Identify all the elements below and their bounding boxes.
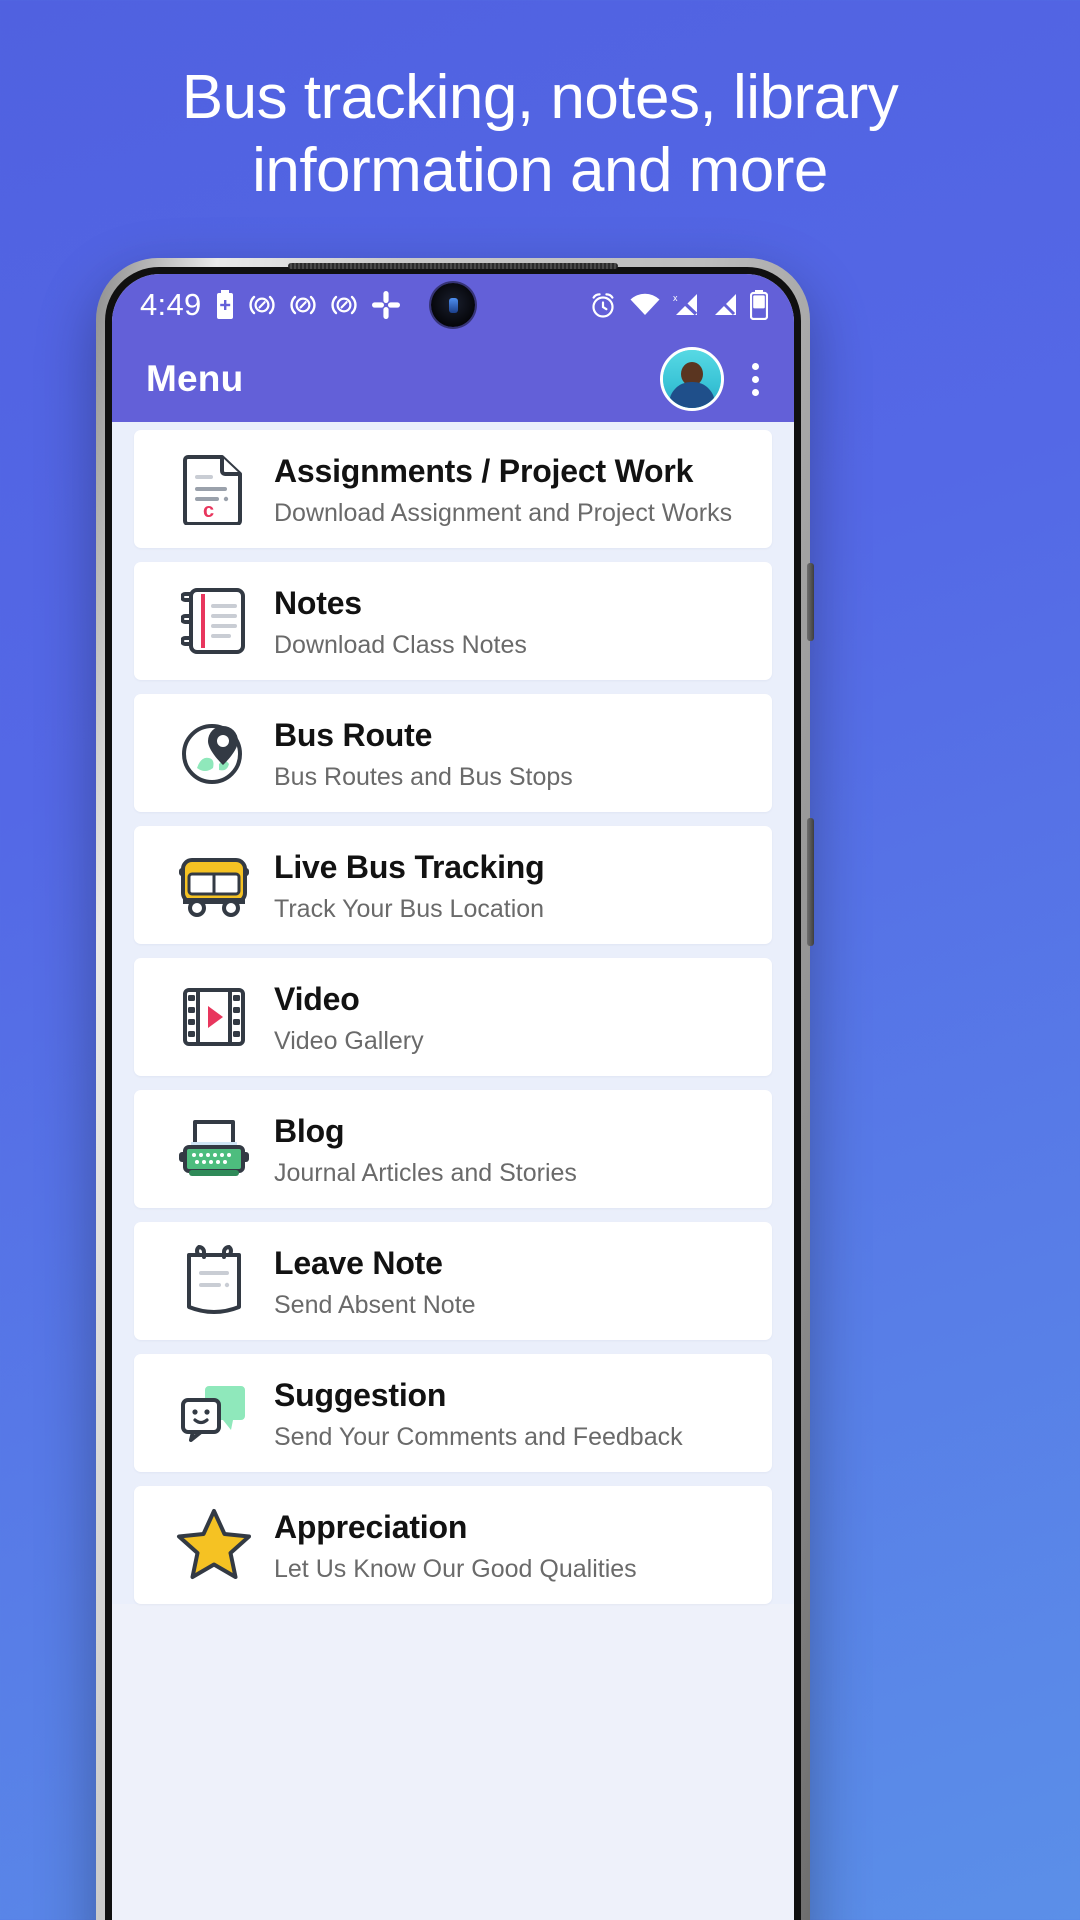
page-title-line-2: information and more (252, 135, 828, 205)
svg-text:c: c (203, 500, 214, 522)
list-item-text: Assignments / Project Work Download Assi… (266, 451, 732, 528)
list-item-text: Bus Route Bus Routes and Bus Stops (266, 715, 573, 792)
status-bar-left: 4:49 (140, 287, 401, 323)
list-item-title: Live Bus Tracking (274, 848, 545, 885)
list-item[interactable]: Appreciation Let Us Know Our Good Qualit… (134, 1486, 772, 1604)
phone-screen: 4:49 x Menu c Assignments / Project Work… (112, 274, 794, 1920)
list-item[interactable]: Bus Route Bus Routes and Bus Stops (134, 694, 772, 812)
speed-meter-icon (248, 295, 275, 315)
list-item-subtitle: Video Gallery (274, 1026, 424, 1055)
list-item-title: Bus Route (274, 716, 433, 753)
assignment-document-icon: c (162, 453, 266, 525)
list-item[interactable]: Notes Download Class Notes (134, 562, 772, 680)
status-bar-clock: 4:49 (140, 287, 202, 322)
typewriter-icon (162, 1116, 266, 1182)
slack-icon (371, 291, 400, 319)
list-item-subtitle: Bus Routes and Bus Stops (274, 762, 573, 791)
list-item[interactable]: Blog Journal Articles and Stories (134, 1090, 772, 1208)
list-item-text: Suggestion Send Your Comments and Feedba… (266, 1375, 683, 1452)
list-item-text: Notes Download Class Notes (266, 583, 527, 660)
earpiece-speaker-icon (288, 263, 618, 269)
signal-no-sim-icon: x (673, 293, 698, 316)
list-item-subtitle: Download Class Notes (274, 630, 527, 659)
phone-volume-button[interactable] (807, 563, 814, 641)
phone-bezel: 4:49 x Menu c Assignments / Project Work… (105, 263, 801, 1920)
list-item[interactable]: c Assignments / Project Work Download As… (134, 430, 772, 548)
list-item-title: Blog (274, 1112, 345, 1149)
list-item[interactable]: Video Video Gallery (134, 958, 772, 1076)
star-icon (162, 1508, 266, 1582)
status-bar: 4:49 x (112, 274, 794, 336)
list-item-subtitle: Send Your Comments and Feedback (274, 1422, 683, 1451)
clipboard-note-icon (162, 1245, 266, 1317)
list-item-title: Assignments / Project Work (274, 452, 694, 489)
school-bus-icon (162, 852, 266, 918)
list-item-subtitle: Journal Articles and Stories (274, 1158, 577, 1187)
list-item[interactable]: Suggestion Send Your Comments and Feedba… (134, 1354, 772, 1472)
notebook-icon (162, 586, 266, 656)
page-title: Bus tracking, notes, library information… (0, 62, 1080, 207)
app-bar-actions (660, 347, 772, 411)
phone-mockup: 4:49 x Menu c Assignments / Project Work… (96, 258, 814, 1920)
list-item[interactable]: Leave Note Send Absent Note (134, 1222, 772, 1340)
list-item-subtitle: Send Absent Note (274, 1290, 476, 1319)
avatar[interactable] (660, 347, 724, 411)
wifi-icon (630, 293, 660, 315)
list-item-text: Video Video Gallery (266, 979, 424, 1056)
list-item-title: Appreciation (274, 1508, 468, 1545)
map-pin-globe-icon (162, 718, 266, 788)
list-item-title: Suggestion (274, 1376, 447, 1413)
app-bar-title: Menu (146, 358, 244, 399)
front-camera-icon (431, 283, 475, 327)
app-bar: Menu (112, 336, 794, 422)
status-bar-right: x (588, 290, 768, 320)
list-item-text: Appreciation Let Us Know Our Good Qualit… (266, 1507, 637, 1584)
list-item-subtitle: Track Your Bus Location (274, 894, 545, 923)
list-item-subtitle: Download Assignment and Project Works (274, 498, 733, 527)
svg-text:x: x (673, 293, 678, 303)
battery-plus-icon (216, 290, 233, 319)
film-play-icon (162, 986, 266, 1048)
menu-list: c Assignments / Project Work Download As… (112, 422, 794, 1604)
list-item-text: Leave Note Send Absent Note (266, 1243, 476, 1320)
page-title-line-1: Bus tracking, notes, library (181, 63, 899, 132)
alarm-icon (592, 293, 614, 318)
list-item-text: Live Bus Tracking Track Your Bus Locatio… (266, 847, 545, 924)
more-options-icon[interactable] (738, 357, 772, 402)
battery-icon (750, 290, 768, 320)
list-item-title: Video (274, 980, 360, 1017)
phone-power-button[interactable] (807, 818, 814, 946)
list-item-title: Notes (274, 584, 362, 621)
speed-meter-icon (330, 295, 357, 315)
chat-smiley-icon (162, 1382, 266, 1444)
list-item[interactable]: Live Bus Tracking Track Your Bus Locatio… (134, 826, 772, 944)
list-item-text: Blog Journal Articles and Stories (266, 1111, 577, 1188)
signal-bars-icon (714, 294, 736, 316)
list-item-subtitle: Let Us Know Our Good Qualities (274, 1554, 637, 1583)
list-item-title: Leave Note (274, 1244, 443, 1281)
speed-meter-icon (289, 295, 316, 315)
